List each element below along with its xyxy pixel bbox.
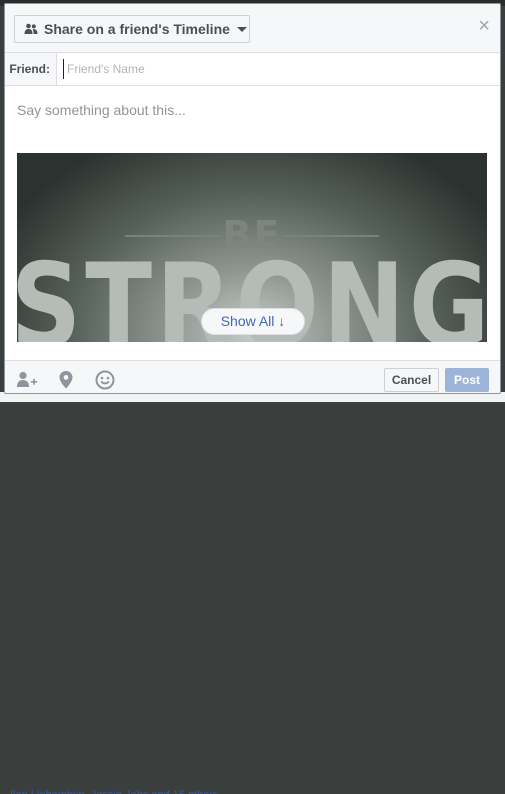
- post-button[interactable]: Post: [445, 368, 489, 392]
- emoji-icon[interactable]: [95, 370, 115, 390]
- share-dialog: Share on a friend's Timeline × Friend: B…: [4, 3, 501, 394]
- close-icon[interactable]: ×: [478, 16, 490, 36]
- cancel-button[interactable]: Cancel: [384, 368, 439, 392]
- share-destination-dropdown[interactable]: Share on a friend's Timeline: [14, 15, 250, 43]
- location-icon[interactable]: [56, 370, 76, 390]
- background-partial-text: Ilan Lieberstein, Jessie Jobs and 15 oth…: [10, 785, 219, 794]
- share-destination-label: Share on a friend's Timeline: [44, 21, 230, 37]
- dialog-header: Share on a friend's Timeline ×: [5, 4, 500, 53]
- friend-row: Friend:: [5, 53, 500, 86]
- people-icon: [24, 23, 38, 35]
- chevron-down-icon: [236, 26, 247, 32]
- dialog-footer: Cancel Post: [5, 360, 500, 393]
- link-preview-image: BE STRONG Show All ↓: [17, 153, 487, 342]
- friend-name-input[interactable]: [63, 59, 487, 79]
- message-input[interactable]: [17, 100, 487, 120]
- friend-label: Friend:: [5, 53, 57, 85]
- show-all-button[interactable]: Show All ↓: [201, 308, 305, 335]
- tag-friends-icon[interactable]: [16, 370, 37, 390]
